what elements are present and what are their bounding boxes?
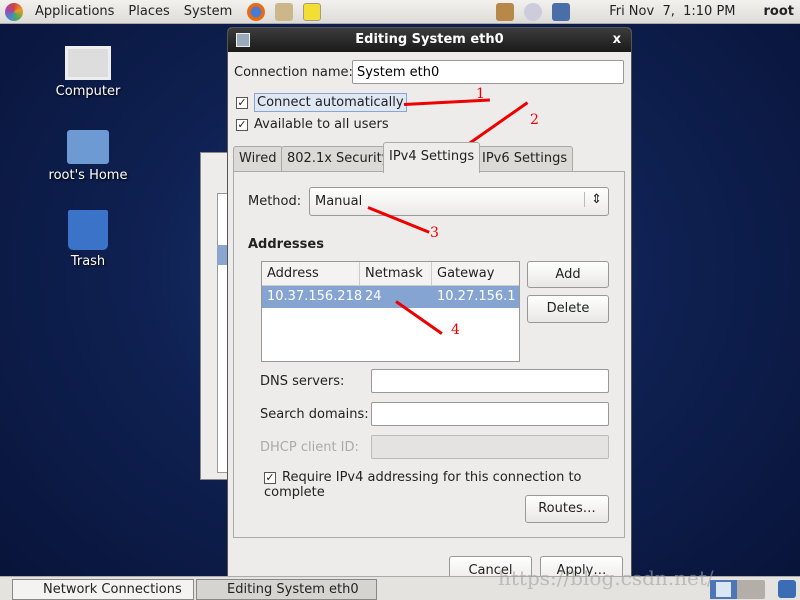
annotation-2: 2 — [530, 112, 539, 128]
trash-icon — [68, 210, 108, 250]
dns-servers-input[interactable] — [371, 369, 609, 393]
menu-places[interactable]: Places — [121, 4, 176, 19]
volume-icon[interactable] — [524, 2, 543, 21]
desktop-icon-computer[interactable]: Computer — [43, 46, 133, 99]
close-button[interactable]: x — [613, 28, 621, 52]
addresses-heading: Addresses — [248, 237, 324, 252]
column-header-netmask[interactable]: Netmask — [360, 262, 432, 285]
updown-icon: ⇕ — [584, 192, 602, 207]
menu-system[interactable]: System — [177, 4, 239, 19]
editing-dialog: Editing System eth0 x Connection name: ✓… — [227, 27, 632, 587]
desktop-icon-trash[interactable]: Trash — [43, 210, 133, 269]
network-disconnected-icon[interactable] — [552, 2, 571, 21]
connection-name-input[interactable] — [352, 60, 624, 84]
tab-ipv6-settings[interactable]: IPv6 Settings — [476, 146, 574, 172]
delete-button[interactable]: Delete — [527, 295, 609, 323]
tab-8021x-security[interactable]: 802.1x Security — [281, 146, 396, 172]
connect-automatically-checkbox[interactable]: ✓ Connect automatically — [236, 93, 407, 112]
dhcp-client-id-label: DHCP client ID: — [260, 440, 359, 455]
tab-wired[interactable]: Wired — [233, 146, 283, 172]
column-header-gateway[interactable]: Gateway — [432, 262, 494, 285]
annotation-1: 1 — [476, 86, 485, 102]
computer-icon — [65, 46, 111, 80]
add-button[interactable]: Add — [527, 261, 609, 288]
table-row[interactable]: 10.37.156.218 24 10.27.156.1 — [262, 286, 519, 308]
dhcp-client-id-input — [371, 435, 609, 459]
column-header-address[interactable]: Address — [262, 262, 360, 285]
all-users-checkbox[interactable]: ✓ Available to all users — [236, 117, 389, 132]
gnome-foot-icon[interactable] — [5, 2, 23, 21]
task-network-connections[interactable]: Network Connections — [12, 579, 194, 600]
dns-servers-label: DNS servers: — [260, 374, 345, 389]
workspace-switcher[interactable] — [710, 580, 765, 599]
annotation-3: 3 — [430, 225, 439, 241]
annotation-4: 4 — [451, 322, 460, 338]
network-icon — [236, 33, 250, 47]
connection-name-label: Connection name: — [234, 65, 353, 80]
title-bar[interactable]: Editing System eth0 x — [228, 28, 631, 52]
top-panel: Applications Places System Fri Nov 7, 1:… — [0, 0, 800, 24]
menu-applications[interactable]: Applications — [28, 4, 121, 19]
routes-button[interactable]: Routes… — [525, 495, 609, 523]
notes-icon[interactable] — [303, 2, 322, 21]
search-domains-input[interactable] — [371, 402, 609, 426]
desktop-icon-home[interactable]: root's Home — [43, 130, 133, 183]
tab-ipv4-settings[interactable]: IPv4 Settings — [383, 142, 481, 173]
ipv4-panel: Method: Manual ⇕ Addresses Address Netmas… — [233, 171, 625, 538]
watermark: https://blog.csdn.net/ — [498, 566, 714, 590]
addresses-table[interactable]: Address Netmask Gateway 10.37.156.218 24… — [261, 261, 520, 362]
method-label: Method: — [248, 194, 302, 209]
method-select[interactable]: Manual ⇕ — [309, 187, 609, 216]
task-editing-system-eth0[interactable]: Editing System eth0 — [196, 579, 377, 600]
firefox-icon[interactable] — [247, 2, 266, 21]
clock[interactable]: Fri Nov 7, 1:10 PM — [609, 4, 735, 19]
mail-icon[interactable] — [275, 2, 294, 21]
show-desktop-icon[interactable] — [778, 580, 796, 598]
home-folder-icon — [67, 130, 109, 164]
package-updater-icon[interactable] — [496, 2, 515, 21]
search-domains-label: Search domains: — [260, 407, 369, 422]
user-menu[interactable]: root — [764, 4, 795, 19]
